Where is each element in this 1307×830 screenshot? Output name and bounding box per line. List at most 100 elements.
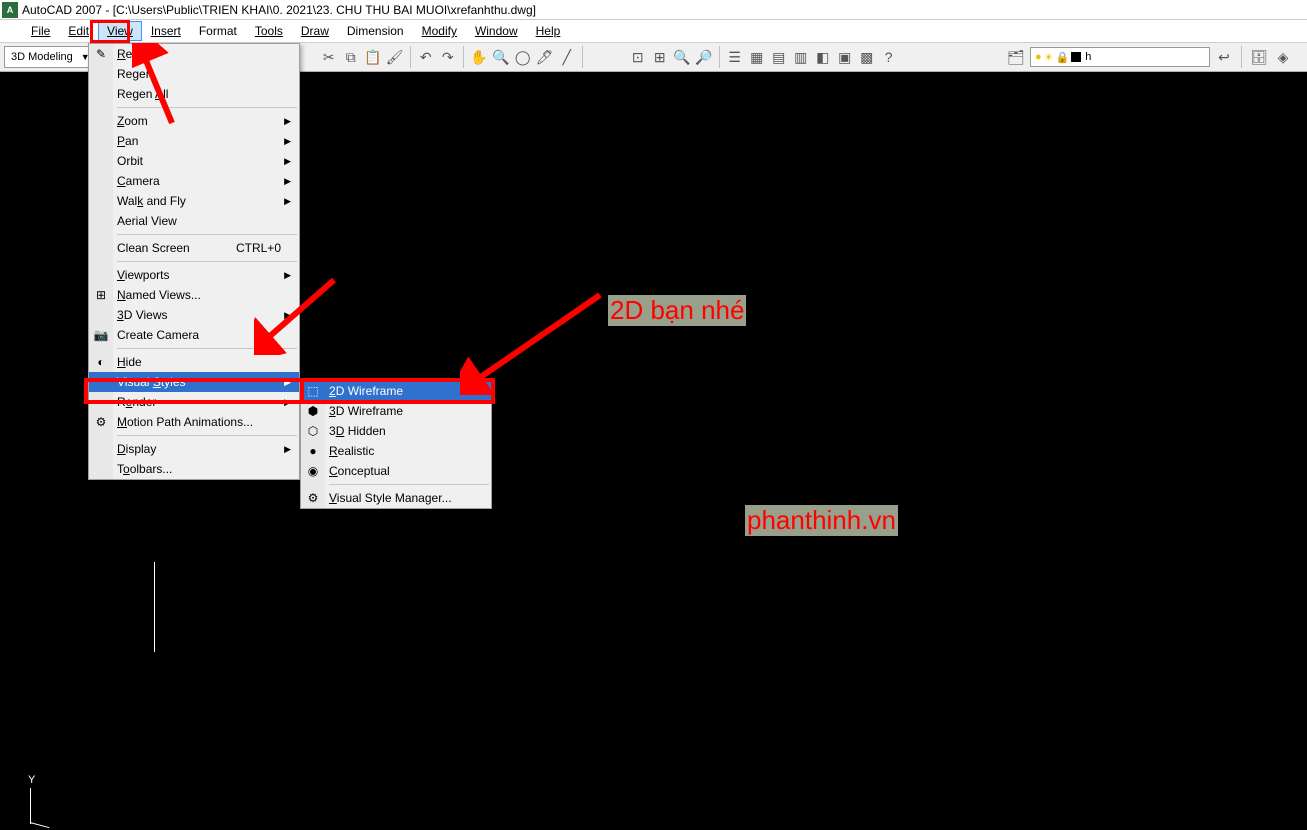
arrow-right-icon: ▶ [284,377,291,388]
lock-icon: 🔒 [1056,51,1070,64]
arrow-right-icon: ▶ [284,116,291,127]
arrow-right-icon: ▶ [284,136,291,147]
menu-item-display[interactable]: Display▶ [89,439,299,459]
paste-icon[interactable]: 📋 [363,47,383,67]
menu-item-redraw[interactable]: ✎Redraw [89,44,299,64]
submenu-item-3d-wireframe[interactable]: ⬢3D Wireframe [301,401,491,421]
menu-item-aerial-view[interactable]: Aerial View [89,211,299,231]
zoom-window-icon[interactable]: ⊡ [628,47,648,67]
menu-bar: File Edit View Insert Format Tools Draw … [0,20,1307,42]
bulb-icon: ● [1035,51,1042,63]
layer-name: h [1085,51,1091,63]
menu-item-motion-path[interactable]: ⚙Motion Path Animations... [89,412,299,432]
wf3d-icon: ⬢ [304,402,322,420]
menu-item-walk-fly[interactable]: Walk and Fly▶ [89,191,299,211]
workspace-dropdown[interactable]: 3D Modeling ▼ [4,46,95,68]
undo-icon[interactable]: ↶ [416,47,436,67]
conceptual-icon: ◉ [304,462,322,480]
menu-modify[interactable]: Modify [413,21,466,41]
menu-item-regen[interactable]: Regen [89,64,299,84]
menu-item-toolbars[interactable]: Toolbars... [89,459,299,479]
menu-item-orbit[interactable]: Orbit▶ [89,151,299,171]
manager-icon: ⚙ [304,489,322,507]
submenu-item-3d-hidden[interactable]: ⬡3D Hidden [301,421,491,441]
window-title: AutoCAD 2007 - [C:\Users\Public\TRIEN KH… [22,3,536,17]
arrow-right-icon: ▶ [284,176,291,187]
match-prop-icon[interactable]: 🖌 [385,47,405,67]
ucs-icon: Y [10,774,50,824]
workspace-label: 3D Modeling [11,51,73,63]
cut-icon[interactable]: ✂ [319,47,339,67]
arrow-right-icon: ▶ [284,397,291,408]
motion-icon: ⚙ [92,413,110,431]
arrow-right-icon: ▶ [284,156,291,167]
menu-tools[interactable]: Tools [246,21,292,41]
menu-item-regen-all[interactable]: Regen All [89,84,299,104]
arrow-right-icon: ▶ [284,196,291,207]
wf2d-icon: ⬚ [304,382,322,400]
layer-manager-icon[interactable]: 🗂 [1006,47,1026,67]
app-icon: A [2,2,18,18]
visual-styles-submenu: ⬚2D Wireframe ⬢3D Wireframe ⬡3D Hidden ●… [300,380,492,509]
copy-icon[interactable]: ⧉ [341,47,361,67]
markup-icon[interactable]: ◧ [813,47,833,67]
crosshair [154,562,155,652]
menu-item-camera[interactable]: Camera▶ [89,171,299,191]
line-icon[interactable]: ╱ [557,47,577,67]
orbit-icon[interactable]: ◯ [513,47,533,67]
toolbar-group-zoom: ⊡ ⊞ 🔍 🔎 ☰ ▦ ▤ ▥ ◧ ▣ ▩ ? [628,46,899,68]
menu-view[interactable]: View [98,21,142,41]
annotation-arrow-to-2dwireframe [460,285,610,395]
toolbar-group-standard: ✂ ⧉ 📋 🖌 ↶ ↷ ✋ 🔍 ◯ 🖊 ╱ [319,46,586,68]
submenu-item-vs-manager[interactable]: ⚙Visual Style Manager... [301,488,491,508]
menu-item-zoom[interactable]: Zoom▶ [89,111,299,131]
menu-file[interactable]: File [22,21,59,41]
menu-draw[interactable]: Draw [292,21,338,41]
ucs-y-label: Y [28,774,35,786]
color-swatch-icon [1071,52,1081,62]
annotation-text-2: phanthinh.vn [745,505,898,536]
layer-panel: 🗂 ● ☀ 🔒 h ↩ 🗄 ◈ [1006,46,1293,68]
design-center-icon[interactable]: ▦ [747,47,767,67]
hidden3d-icon: ⬡ [304,422,322,440]
layer-states-icon[interactable]: 🗄 [1249,47,1269,67]
menu-item-pan[interactable]: Pan▶ [89,131,299,151]
annotation-arrow-to-view [132,43,182,133]
zoom-icon[interactable]: 🔍 [491,47,511,67]
menu-item-clean-screen[interactable]: Clean ScreenCTRL+0 [89,238,299,258]
annotation-text-1: 2D bạn nhé [608,295,746,326]
menu-insert[interactable]: Insert [142,21,190,41]
menu-item-hide[interactable]: ◐Hide [89,352,299,372]
layer-dropdown[interactable]: ● ☀ 🔒 h [1030,47,1210,67]
brush-icon[interactable]: 🖊 [535,47,555,67]
menu-help[interactable]: Help [527,21,570,41]
pan-icon[interactable]: ✋ [469,47,489,67]
layer-prev-icon[interactable]: ↩ [1214,47,1234,67]
submenu-item-realistic[interactable]: ●Realistic [301,441,491,461]
pencil-icon: ✎ [92,45,110,63]
menu-dimension[interactable]: Dimension [338,21,413,41]
redo-icon[interactable]: ↷ [438,47,458,67]
menu-format[interactable]: Format [190,21,246,41]
layer-iso-icon[interactable]: ◈ [1273,47,1293,67]
block-icon[interactable]: ▩ [857,47,877,67]
zoom-realtime-icon[interactable]: 🔎 [694,47,714,67]
menu-item-visual-styles[interactable]: Visual Styles▶ [89,372,299,392]
menu-window[interactable]: Window [466,21,527,41]
sheet-set-icon[interactable]: ▥ [791,47,811,67]
menu-edit[interactable]: Edit [59,21,98,41]
view-dropdown-menu: ✎Redraw Regen Regen All Zoom▶ Pan▶ Orbit… [88,43,300,480]
hide-icon: ◐ [92,353,110,371]
title-bar: A AutoCAD 2007 - [C:\Users\Public\TRIEN … [0,0,1307,20]
submenu-item-conceptual[interactable]: ◉Conceptual [301,461,491,481]
views-icon: ⊞ [92,286,110,304]
tool-palettes-icon[interactable]: ▤ [769,47,789,67]
quickcalc-icon[interactable]: ▣ [835,47,855,67]
properties-icon[interactable]: ☰ [725,47,745,67]
help-icon[interactable]: ? [879,47,899,67]
zoom-prev-icon[interactable]: 🔍 [672,47,692,67]
menu-item-render[interactable]: Render▶ [89,392,299,412]
zoom-extents-icon[interactable]: ⊞ [650,47,670,67]
sun-icon: ☀ [1044,51,1054,64]
arrow-right-icon: ▶ [284,444,291,455]
